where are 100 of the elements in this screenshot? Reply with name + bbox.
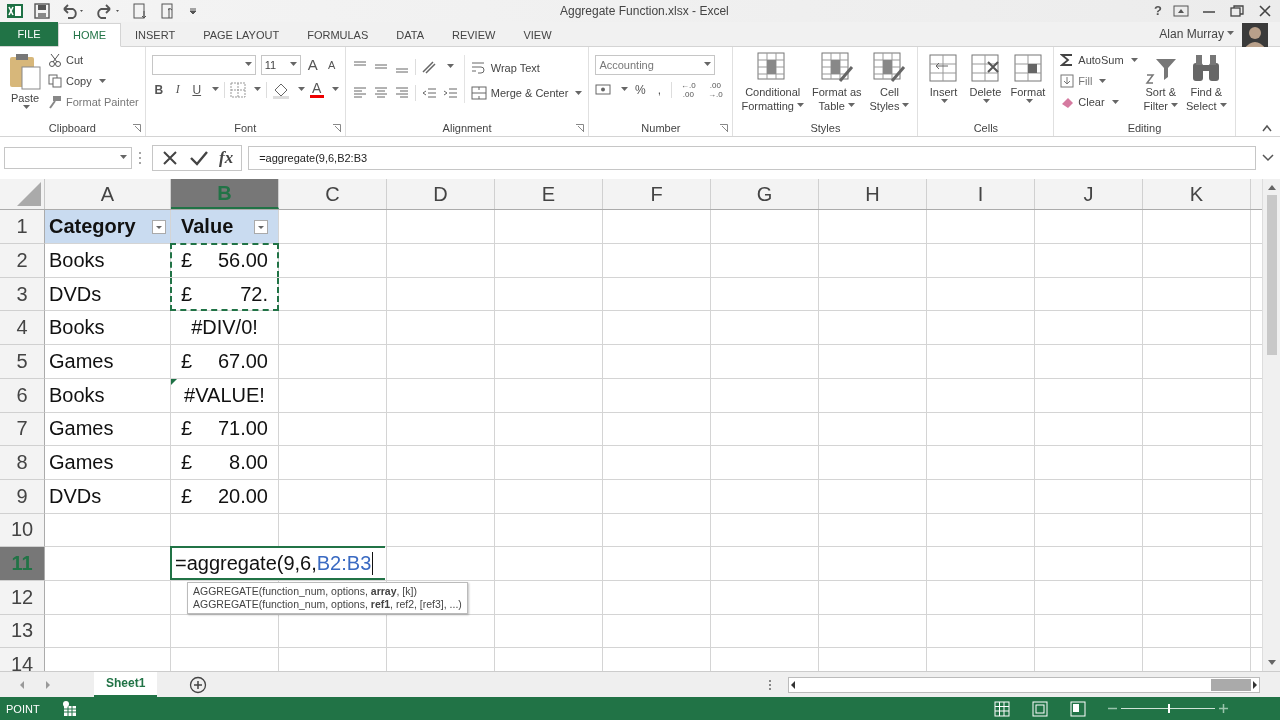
column-header[interactable]: K (1143, 179, 1251, 210)
grip-icon[interactable] (768, 678, 772, 691)
number-format-field[interactable]: Accounting (595, 54, 716, 75)
save-icon[interactable] (34, 2, 50, 19)
ribbon-tab[interactable]: HOME (58, 22, 121, 47)
value-cell[interactable]: #VALUE! (171, 378, 278, 412)
dialog-launcher-icon[interactable] (576, 123, 585, 132)
bold-button[interactable]: B (151, 82, 166, 97)
row-header[interactable]: 3 (0, 277, 45, 312)
font-color-button[interactable]: A (309, 81, 324, 99)
row-header[interactable]: 9 (0, 479, 45, 514)
cell-button[interactable]: Insert (924, 48, 963, 106)
currency-format-icon[interactable] (595, 81, 614, 98)
format-painter-button[interactable]: Format Painter (48, 92, 139, 112)
caret-icon[interactable] (621, 87, 629, 93)
row-header[interactable]: 14 (0, 648, 45, 672)
cell-button[interactable]: Delete (966, 48, 1005, 106)
add-sheet-icon[interactable] (189, 675, 208, 694)
autosum-button[interactable]: AutoSum (1060, 50, 1138, 70)
column-header[interactable]: C (279, 179, 387, 210)
dialog-launcher-icon[interactable] (132, 123, 141, 132)
ribbon-tab[interactable]: PAGE LAYOUT (189, 23, 294, 46)
column-header[interactable]: F (603, 179, 711, 210)
dialog-launcher-icon[interactable] (720, 123, 729, 132)
column-header[interactable]: G (711, 179, 819, 210)
caret-icon[interactable] (1111, 99, 1119, 105)
clear-button[interactable]: Clear (1060, 92, 1138, 112)
macro-record-icon[interactable] (61, 700, 78, 717)
ribbon-tab[interactable]: INSERT (121, 23, 190, 46)
caret-icon[interactable] (902, 103, 910, 109)
percent-button[interactable]: % (633, 82, 648, 97)
undo-icon[interactable] (60, 2, 86, 19)
grip-icon[interactable] (138, 150, 142, 165)
decrease-decimal-button[interactable]: .00 →.0 (704, 80, 727, 99)
collapse-ribbon-icon[interactable] (1262, 123, 1272, 132)
page-break-icon[interactable] (1070, 700, 1086, 717)
caret-icon[interactable] (289, 62, 297, 68)
customize-icon[interactable] (188, 5, 198, 16)
page-layout-icon[interactable] (1032, 700, 1048, 717)
cell-editor[interactable]: =aggregate(9,6,B2:B3 (170, 546, 385, 581)
underline-button[interactable]: U (189, 82, 204, 97)
caret-icon[interactable] (983, 98, 991, 104)
increase-decimal-button[interactable]: ←.0 .00 (677, 80, 700, 99)
filter-dropdown-icon[interactable] (152, 219, 166, 234)
sheet-tab[interactable]: Sheet1 (94, 671, 158, 697)
dialog-launcher-icon[interactable] (332, 123, 341, 132)
fill-button[interactable]: Fill (1060, 71, 1138, 91)
row-header[interactable]: 12 (0, 580, 45, 615)
row-header[interactable]: 10 (0, 513, 45, 548)
zoom-in-icon[interactable] (1219, 704, 1228, 714)
ribbon-tab[interactable]: REVIEW (438, 23, 510, 46)
column-header[interactable]: H (819, 179, 927, 210)
caret-icon[interactable] (1099, 78, 1107, 84)
style-button[interactable]: Cell Styles (867, 48, 912, 115)
column-header[interactable]: D (387, 179, 495, 210)
cell-button[interactable]: Format (1008, 48, 1048, 106)
ribbon-tab[interactable]: DATA (382, 23, 438, 46)
filter-dropdown-icon[interactable] (254, 219, 268, 234)
caret-icon[interactable] (941, 98, 949, 104)
column-header[interactable]: E (495, 179, 603, 210)
vertical-scrollbar[interactable] (1262, 179, 1280, 672)
caret-icon[interactable] (1130, 57, 1138, 63)
value-cell[interactable]: £ 20.00 (171, 479, 278, 513)
row-header[interactable]: 1 (0, 210, 45, 245)
avatar-icon[interactable] (1242, 22, 1268, 49)
caret-icon[interactable] (797, 103, 804, 109)
scroll-left-icon[interactable] (789, 679, 797, 690)
scroll-up-icon[interactable] (1266, 183, 1277, 192)
row-header[interactable]: 5 (0, 345, 45, 379)
restore-icon[interactable] (1228, 3, 1246, 18)
italic-button[interactable]: I (170, 82, 185, 98)
copy-button[interactable]: Copy (48, 71, 139, 91)
column-header[interactable]: J (1035, 179, 1143, 210)
find-select-button[interactable]: Find & Select (1184, 48, 1229, 115)
row-header[interactable]: 7 (0, 412, 45, 447)
user-name[interactable]: Alan Murray (1159, 26, 1224, 41)
caret-icon[interactable] (575, 90, 583, 96)
value-cell[interactable]: £ 8.00 (171, 446, 278, 479)
font-name-field[interactable] (151, 54, 256, 75)
caret-icon[interactable] (120, 155, 127, 161)
redo-icon[interactable] (96, 2, 122, 19)
paste-button[interactable]: Paste (6, 48, 44, 112)
row-header[interactable]: 4 (0, 311, 45, 346)
row-header[interactable]: 2 (0, 244, 45, 278)
caret-icon[interactable] (253, 87, 261, 93)
caret-icon[interactable] (98, 78, 106, 84)
error-indicator-icon[interactable] (171, 378, 177, 385)
close-icon[interactable] (1256, 3, 1274, 18)
grow-font-button[interactable]: A (305, 56, 320, 74)
style-button[interactable]: Conditional Formatting (739, 48, 806, 115)
merge-center-button[interactable]: Merge & Center (470, 83, 583, 103)
normal-view-icon[interactable] (994, 700, 1010, 717)
caret-icon[interactable] (1219, 103, 1227, 109)
caret-icon[interactable] (847, 103, 855, 109)
ribbon-tab[interactable]: FORMULAS (293, 23, 383, 46)
caret-icon[interactable] (211, 87, 219, 93)
shrink-font-button[interactable]: A (324, 58, 339, 71)
formula-field[interactable]: =aggregate(9,6,B2:B3 (248, 145, 1256, 170)
style-button[interactable]: Format as Table (810, 48, 864, 115)
caret-icon[interactable] (1171, 103, 1178, 109)
